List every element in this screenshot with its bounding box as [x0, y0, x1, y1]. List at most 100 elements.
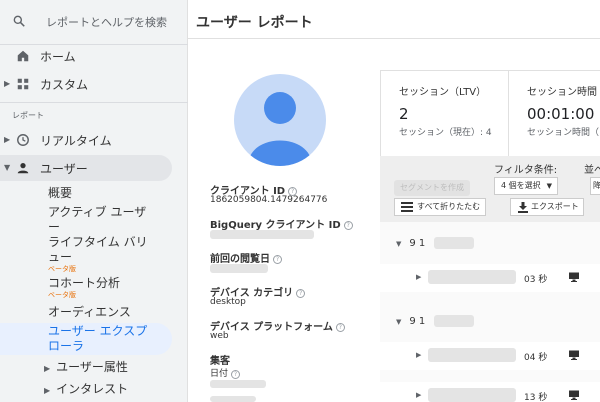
sidebar-subitem-overview[interactable]: 概要 [48, 186, 72, 201]
sidebar-subitem-lifetime-value[interactable]: ライフタイム バリ ュー [48, 235, 148, 265]
user-avatar-icon [234, 74, 326, 166]
help-icon[interactable]: ? [231, 370, 241, 379]
redacted-value [434, 237, 474, 249]
sidebar-subitem-demographics[interactable]: ▶ ユーザー属性 [44, 358, 128, 375]
divider [508, 70, 509, 156]
chevron-right-icon: ▶ [4, 135, 11, 144]
redacted-value [210, 396, 256, 402]
sidebar-item-label: カスタム [40, 78, 89, 92]
filter-dropdown[interactable]: 4 個を選択 ▼ [494, 177, 558, 195]
event-duration: 04 秒 [524, 353, 548, 363]
timeline-event-row[interactable]: ▶ 03 秒 [380, 264, 600, 292]
download-icon [518, 202, 528, 213]
sidebar-item-label: リアルタイム [40, 134, 112, 148]
chevron-right-icon: ▶ [416, 391, 422, 399]
export-button[interactable]: エクスポート [510, 198, 584, 216]
sidebar-item-custom[interactable]: ▶ カスタム [0, 70, 188, 98]
avatar-graphic [248, 92, 312, 166]
redacted-value [210, 264, 268, 273]
stat-title: セッション時間（ [527, 87, 600, 98]
redacted-value [428, 348, 516, 362]
chevron-down-icon: ▼ [396, 318, 402, 326]
event-duration: 13 秒 [524, 393, 548, 402]
beta-badge: ベータ版 [48, 265, 76, 273]
stat-value: 2 [399, 105, 409, 123]
redacted-value [434, 315, 474, 327]
help-icon[interactable]: ? [296, 289, 306, 298]
subitem-label: インタレスト [56, 382, 129, 396]
last-visit-label: 前回の閲覧日? [210, 250, 282, 265]
date-text: 9 1 [409, 316, 426, 327]
subitem-line: ライフタイム バリ [48, 235, 148, 249]
caret-down-icon: ▼ [546, 182, 552, 190]
stat-sub: セッション（現在）: 4 [399, 128, 492, 138]
event-duration: 03 秒 [524, 275, 548, 285]
timeline-date-row[interactable]: ▼ 9 1 [396, 238, 425, 249]
page-title: ユーザー レポート [196, 15, 313, 31]
sidebar-subitem-user-explorer[interactable]: ユーザー エクスプ ローラ [48, 324, 147, 354]
subitem-line: アクティブ ユーザ [48, 205, 147, 219]
help-icon[interactable]: ? [343, 221, 353, 230]
sidebar-item-home[interactable]: ホーム [0, 42, 188, 70]
person-icon [17, 163, 29, 174]
sidebar-item-user[interactable]: ▼ ユーザー [0, 154, 188, 182]
chevron-down-icon: ▼ [396, 240, 402, 248]
sidebar-subitem-audience[interactable]: オーディエンス [48, 305, 131, 320]
chevron-right-icon: ▶ [44, 364, 51, 373]
device-platform-label: デバイス プラットフォーム? [210, 318, 345, 333]
search-input[interactable]: レポートとヘルプを検索 [46, 14, 167, 30]
stat-title: セッション（LTV） [399, 87, 487, 98]
device-category-value: desktop [210, 297, 246, 307]
chevron-right-icon: ▶ [416, 273, 422, 281]
search-bar[interactable]: レポートとヘルプを検索 [0, 0, 188, 44]
subitem-label: ユーザー属性 [56, 360, 128, 374]
grid-icon [17, 78, 29, 90]
search-icon [13, 15, 25, 27]
subitem-line: ー [48, 220, 61, 234]
filter-label: フィルタ条件: [494, 165, 558, 176]
redacted-value [210, 230, 314, 239]
collapse-all-button[interactable]: すべて折りたたむ [394, 198, 486, 216]
beta-badge: ベータ版 [48, 291, 76, 299]
button-label: すべて折りたたむ [417, 202, 481, 211]
chevron-down-icon: ▼ [4, 163, 11, 172]
subitem-line: ユーザー エクスプ [48, 324, 148, 338]
subitem-line: ュー [48, 250, 73, 264]
desktop-icon [569, 350, 579, 360]
activity-timeline [380, 222, 600, 402]
filter-value: 4 個を選択 [501, 181, 541, 190]
sidebar-item-label: ユーザー [40, 162, 88, 176]
desktop-icon [569, 390, 579, 400]
button-label: エクスポート [531, 202, 579, 211]
timeline-event-row[interactable]: ▶ 04 秒 [380, 342, 600, 370]
sidebar-item-realtime[interactable]: ▶ リアルタイム [0, 126, 188, 154]
redacted-value [210, 380, 266, 388]
list-icon [401, 202, 413, 212]
divider [188, 38, 600, 39]
sort-label: 並べ [584, 165, 600, 176]
redacted-value [428, 388, 516, 402]
create-segment-button[interactable]: セグメントを作成 [394, 180, 470, 196]
date-label: 日付? [210, 366, 241, 379]
clock-icon [17, 134, 29, 146]
help-icon[interactable]: ? [273, 255, 282, 264]
bigquery-id-label: BigQuery クライアント ID? [210, 216, 353, 231]
sidebar-subitem-active-users[interactable]: アクティブ ユーザ ー [48, 205, 146, 235]
stat-sub: セッション時間（ [527, 128, 600, 138]
timeline-date-row[interactable]: ▼ 9 1 [396, 316, 425, 327]
sidebar-subitem-cohort[interactable]: コホート分析 [48, 276, 120, 291]
client-id-value: 1862059804.1479264776 [210, 195, 328, 205]
subitem-line: ローラ [48, 339, 85, 353]
timeline-event-row[interactable]: ▶ 13 秒 [380, 382, 600, 402]
chevron-right-icon: ▶ [416, 351, 422, 359]
help-icon[interactable]: ? [335, 323, 345, 332]
section-label: レポート [12, 111, 44, 120]
label-text: 日付 [210, 369, 229, 379]
chevron-right-icon: ▶ [44, 386, 51, 395]
sort-dropdown[interactable]: 降 [590, 177, 600, 195]
stat-value: 00:01:00 [527, 105, 595, 123]
sidebar-item-label: ホーム [40, 50, 76, 64]
home-icon [17, 50, 29, 62]
sidebar-subitem-interests[interactable]: ▶ インタレスト [44, 380, 128, 397]
chevron-right-icon: ▶ [4, 79, 11, 88]
